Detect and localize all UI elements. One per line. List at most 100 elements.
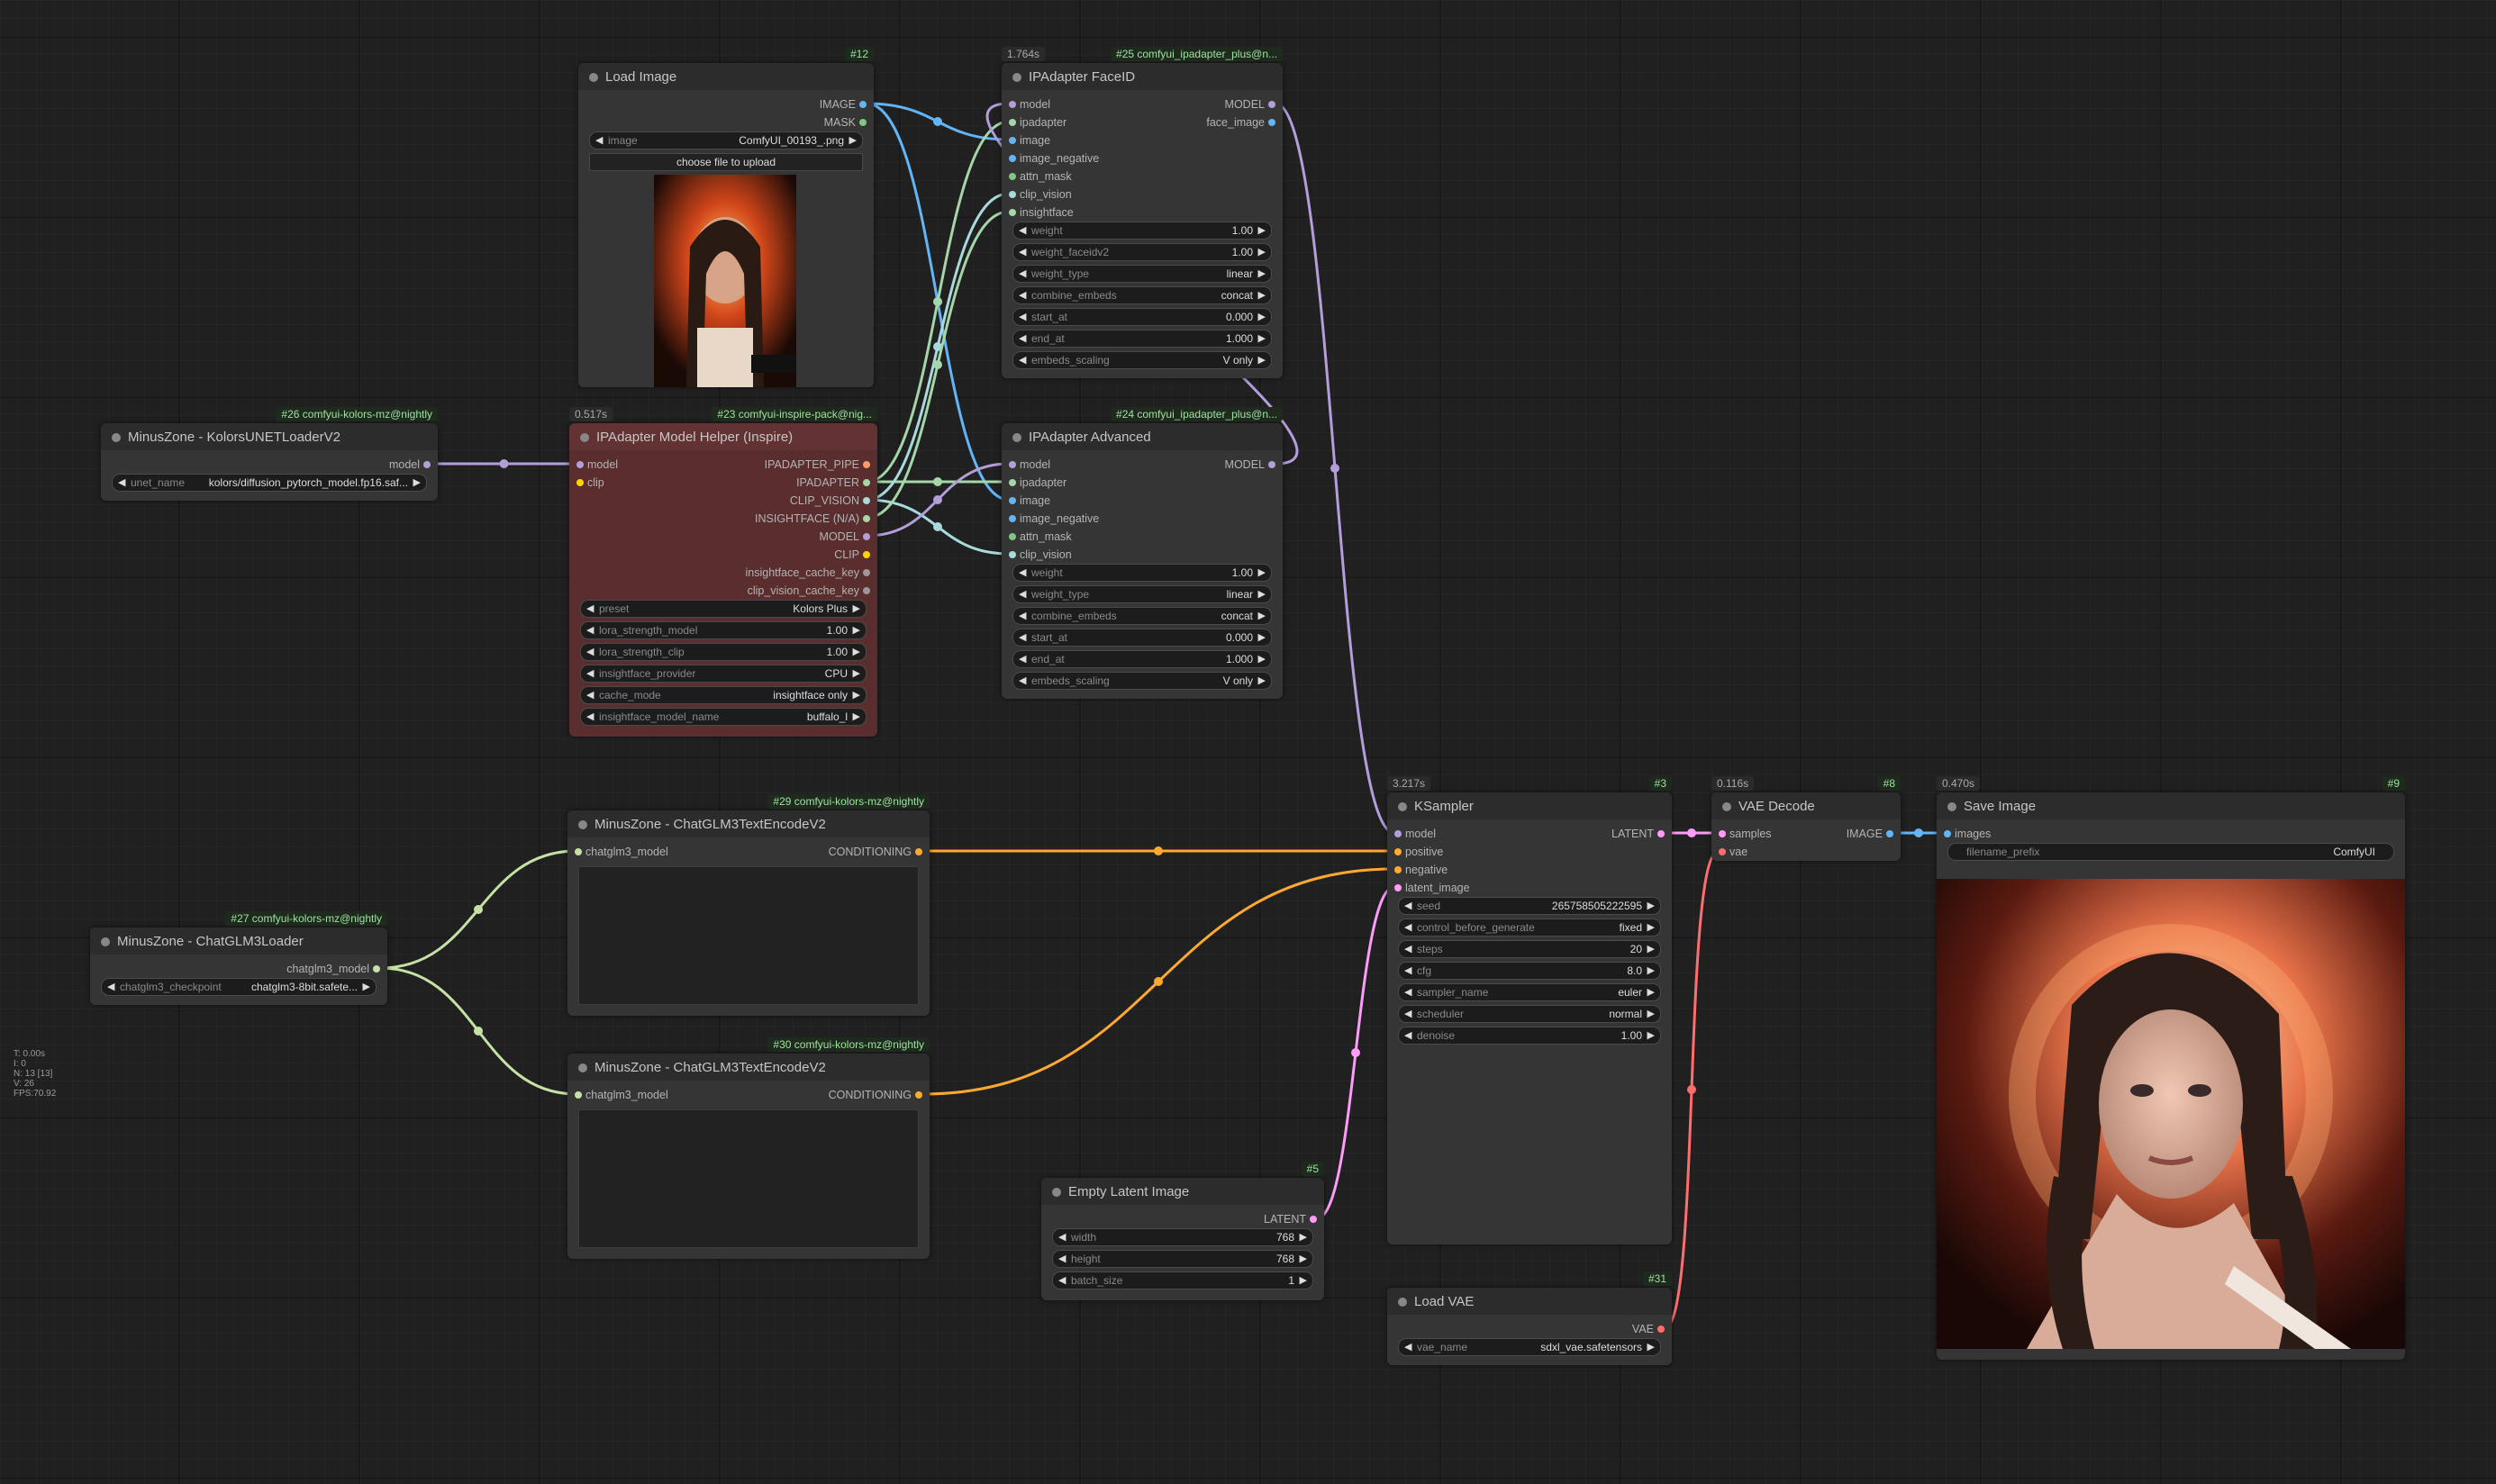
wire-midpoint-encode1-to-positive[interactable]	[1154, 846, 1163, 855]
output-socket[interactable]	[915, 848, 922, 855]
input-clip-vision[interactable]: clip_vision	[1009, 186, 1072, 204]
arrow-right-icon[interactable]: ▶	[1647, 1339, 1655, 1355]
arrow-left-icon[interactable]: ◀	[1019, 586, 1026, 602]
arrow-left-icon[interactable]: ◀	[1019, 565, 1026, 581]
output-latent[interactable]: LATENT	[1611, 825, 1665, 843]
widget-unet-name[interactable]: ◀ unet_name kolors/diffusion_pytorch_model…	[112, 474, 427, 492]
arrow-right-icon[interactable]: ▶	[1258, 244, 1266, 260]
node-ipadapter-advanced[interactable]: #24 comfyui_ipadapter_plus@n... IPAdapte…	[1002, 407, 1283, 699]
input-image-negative[interactable]: image_negative	[1009, 149, 1099, 167]
widget-steps[interactable]: ◀ steps 20 ▶	[1398, 940, 1661, 958]
output-clip[interactable]: CLIP	[834, 546, 870, 564]
input-clip[interactable]: clip	[576, 474, 604, 492]
input-socket[interactable]	[1719, 830, 1726, 837]
collapse-dot-icon[interactable]	[1722, 802, 1731, 811]
node-ipadapter-model-helper[interactable]: 0.517s #23 comfyui-inspire-pack@nig... I…	[569, 407, 877, 737]
output-socket[interactable]	[1310, 1216, 1317, 1223]
wire-midpoint-helper-ipadapter-to-faceid[interactable]	[933, 297, 942, 306]
input-socket[interactable]	[1394, 866, 1402, 873]
input-model[interactable]: model	[1009, 95, 1050, 113]
widget-seed[interactable]: ◀ seed 265758505222595 ▶	[1398, 897, 1661, 915]
collapse-dot-icon[interactable]	[580, 433, 589, 442]
widget-combine-embeds[interactable]: ◀ combine_embeds concat ▶	[1012, 286, 1272, 304]
arrow-left-icon[interactable]: ◀	[1404, 963, 1411, 979]
arrow-left-icon[interactable]: ◀	[586, 622, 594, 638]
node-title-bar[interactable]: Empty Latent Image	[1041, 1178, 1324, 1205]
input-positive[interactable]: positive	[1394, 843, 1443, 861]
arrow-right-icon[interactable]: ▶	[1647, 1027, 1655, 1044]
arrow-left-icon[interactable]: ◀	[586, 687, 594, 703]
arrow-left-icon[interactable]: ◀	[1058, 1272, 1066, 1289]
collapse-dot-icon[interactable]	[101, 937, 110, 946]
output-latent[interactable]: LATENT	[1264, 1210, 1317, 1228]
arrow-right-icon[interactable]: ▶	[1647, 941, 1655, 957]
widget-end-at[interactable]: ◀ end_at 1.000 ▶	[1012, 330, 1272, 348]
widget-embeds-scaling[interactable]: ◀ embeds_scaling V only ▶	[1012, 672, 1272, 690]
output-socket[interactable]	[1657, 830, 1665, 837]
arrow-left-icon[interactable]: ◀	[1019, 629, 1026, 646]
node-title-bar[interactable]: IPAdapter Advanced	[1002, 423, 1283, 450]
arrow-left-icon[interactable]: ◀	[1019, 309, 1026, 325]
input-socket[interactable]	[1719, 848, 1726, 855]
arrow-left-icon[interactable]: ◀	[1404, 984, 1411, 1000]
output-conditioning[interactable]: CONDITIONING	[829, 843, 922, 861]
widget-vae-name[interactable]: ◀ vae_name sdxl_vae.safetensors ▶	[1398, 1338, 1661, 1356]
widget-weight-type[interactable]: ◀ weight_type linear ▶	[1012, 265, 1272, 283]
arrow-right-icon[interactable]: ▶	[1258, 651, 1266, 667]
arrow-left-icon[interactable]: ◀	[586, 601, 594, 617]
node-title-bar[interactable]: MinusZone - KolorsUNETLoaderV2	[101, 423, 438, 450]
wire-midpoint-vaedecode-to-save[interactable]	[1914, 828, 1923, 837]
widget-denoise[interactable]: ◀ denoise 1.00 ▶	[1398, 1027, 1661, 1045]
input-model[interactable]: model	[1009, 456, 1050, 474]
input-ipadapter[interactable]: ipadapter	[1009, 113, 1066, 131]
output-socket[interactable]	[1657, 1326, 1665, 1333]
arrow-left-icon[interactable]: ◀	[1404, 1006, 1411, 1022]
wire-midpoint-glm-to-encode2[interactable]	[474, 1027, 483, 1036]
wire-midpoint-helper-ipadapter-to-advanced[interactable]	[933, 477, 942, 486]
arrow-right-icon[interactable]: ▶	[1647, 984, 1655, 1000]
input-socket[interactable]	[1944, 830, 1951, 837]
input-negative[interactable]: negative	[1394, 861, 1448, 879]
widget-embeds-scaling[interactable]: ◀ embeds_scaling V only ▶	[1012, 351, 1272, 369]
arrow-left-icon[interactable]: ◀	[1019, 651, 1026, 667]
collapse-dot-icon[interactable]	[1398, 802, 1407, 811]
output-socket[interactable]	[863, 479, 870, 486]
output-socket[interactable]	[859, 101, 867, 108]
arrow-right-icon[interactable]: ▶	[853, 709, 860, 725]
arrow-right-icon[interactable]: ▶	[1258, 309, 1266, 325]
wire-midpoint-unet-model-to-helper[interactable]	[499, 459, 509, 468]
input-socket[interactable]	[1009, 173, 1016, 180]
output-vae[interactable]: VAE	[1632, 1320, 1665, 1338]
widget-weight-type[interactable]: ◀ weight_type linear ▶	[1012, 585, 1272, 603]
arrow-left-icon[interactable]: ◀	[1019, 608, 1026, 624]
node-chatglm3-loader[interactable]: #27 comfyui-kolors-mz@nightly MinusZone …	[90, 911, 387, 1005]
output-socket[interactable]	[863, 461, 870, 468]
widget-insightface-provider[interactable]: ◀ insightface_provider CPU ▶	[580, 665, 867, 683]
node-title-bar[interactable]: MinusZone - ChatGLM3Loader	[90, 928, 387, 955]
widget-lora-strength-clip[interactable]: ◀ lora_strength_clip 1.00 ▶	[580, 643, 867, 661]
wire-midpoint-encode2-to-negative[interactable]	[1154, 977, 1163, 986]
output-face-image[interactable]: face_image	[1206, 113, 1275, 131]
collapse-dot-icon[interactable]	[1012, 73, 1021, 82]
widget-height[interactable]: ◀ height 768 ▶	[1052, 1250, 1313, 1268]
input-socket[interactable]	[575, 848, 582, 855]
arrow-right-icon[interactable]: ▶	[1258, 673, 1266, 689]
output-insightface[interactable]: INSIGHTFACE (N/A)	[755, 510, 870, 528]
input-socket[interactable]	[1009, 137, 1016, 144]
node-title-bar[interactable]: KSampler	[1387, 792, 1672, 819]
collapse-dot-icon[interactable]	[1398, 1298, 1407, 1307]
input-socket[interactable]	[1009, 155, 1016, 162]
node-title-bar[interactable]: Load VAE	[1387, 1288, 1672, 1315]
collapse-dot-icon[interactable]	[1052, 1188, 1061, 1197]
input-socket[interactable]	[576, 479, 584, 486]
node-kolors-unet-loader[interactable]: #26 comfyui-kolors-mz@nightly MinusZone …	[101, 407, 438, 501]
widget-insightface-model-name[interactable]: ◀ insightface_model_name buffalo_l ▶	[580, 708, 867, 726]
arrow-left-icon[interactable]: ◀	[1019, 352, 1026, 368]
input-latent-image[interactable]: latent_image	[1394, 879, 1470, 897]
widget-weight-faceidv2[interactable]: ◀ weight_faceidv2 1.00 ▶	[1012, 243, 1272, 261]
output-ipadapter[interactable]: IPADAPTER	[796, 474, 870, 492]
output-mask[interactable]: MASK	[824, 113, 867, 131]
wire-midpoint-glm-to-encode1[interactable]	[474, 905, 483, 914]
widget-sampler-name[interactable]: ◀ sampler_name euler ▶	[1398, 983, 1661, 1001]
node-load-vae[interactable]: #31 Load VAE VAE ◀ vae_name sdxl_vae.safet…	[1387, 1271, 1672, 1365]
